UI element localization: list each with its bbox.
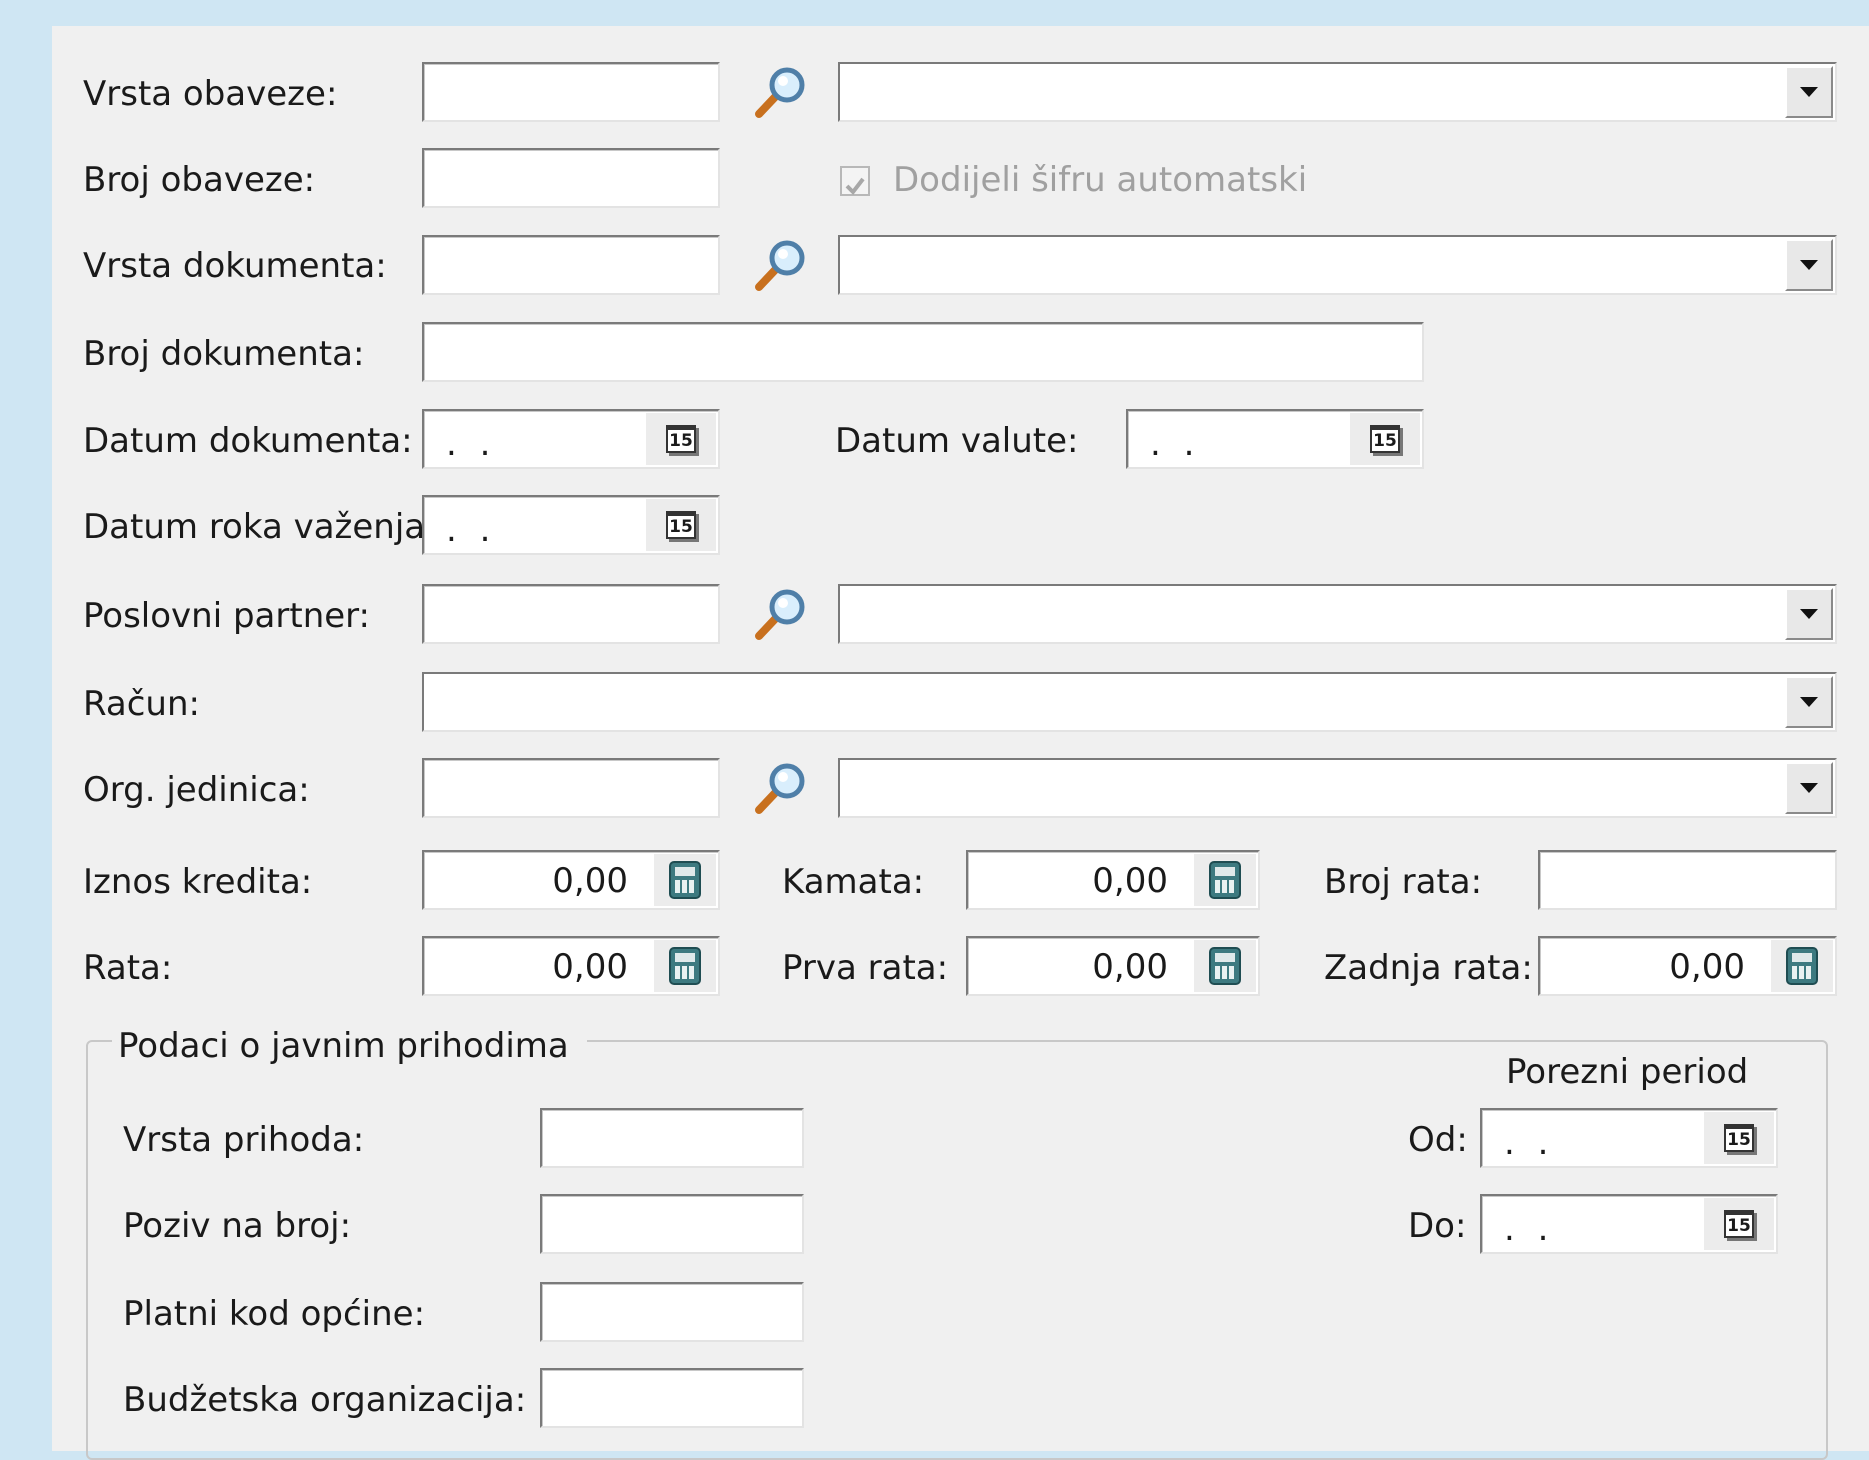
period-od-input[interactable]: . . 15 [1480, 1108, 1778, 1168]
calendar-icon: 15 [1370, 425, 1400, 453]
calculator-icon [669, 947, 701, 985]
amount-value: 0,00 [1092, 947, 1168, 987]
dropdown-button[interactable] [1785, 762, 1833, 814]
calculator-icon [669, 861, 701, 899]
broj-dokumenta-label: Broj dokumenta: [83, 334, 365, 374]
date-value: . . [446, 510, 497, 550]
kamata-label: Kamata: [782, 862, 925, 902]
datum-roka-label: Datum roka važenja: [83, 507, 437, 547]
org-jedinica-combo[interactable] [838, 758, 1837, 818]
date-value: . . [1504, 1123, 1555, 1163]
auto-code-label: Dodijeli šifru automatski [893, 160, 1308, 200]
iznos-kredita-label: Iznos kredita: [83, 862, 313, 902]
datum-dokumenta-label: Datum dokumenta: [83, 421, 413, 461]
amount-value: 0,00 [552, 861, 628, 901]
calculator-button[interactable] [1194, 940, 1256, 992]
od-label: Od: [1408, 1120, 1468, 1160]
search-icon[interactable] [750, 235, 810, 295]
period-do-input[interactable]: . . 15 [1480, 1194, 1778, 1254]
iznos-kredita-input[interactable]: 0,00 [422, 850, 720, 910]
vrsta-obaveze-label: Vrsta obaveze: [83, 74, 338, 114]
vrsta-prihoda-input[interactable] [540, 1108, 804, 1168]
do-label: Do: [1408, 1206, 1467, 1246]
dropdown-button[interactable] [1785, 239, 1833, 291]
calculator-button[interactable] [1771, 940, 1833, 992]
porezni-period-title: Porezni period [1506, 1052, 1749, 1092]
calculator-button[interactable] [1194, 854, 1256, 906]
calendar-button[interactable]: 15 [1703, 1112, 1774, 1164]
calendar-icon: 15 [1724, 1210, 1754, 1238]
budzetska-org-input[interactable] [540, 1368, 804, 1428]
poziv-na-broj-input[interactable] [540, 1194, 804, 1254]
date-value: . . [446, 424, 497, 464]
budzetska-org-label: Budžetska organizacija: [123, 1380, 527, 1420]
auto-code-checkbox[interactable] [840, 166, 870, 196]
dropdown-button[interactable] [1785, 676, 1833, 728]
rata-input[interactable]: 0,00 [422, 936, 720, 996]
amount-value: 0,00 [1669, 947, 1745, 987]
broj-rata-input[interactable] [1538, 850, 1837, 910]
calculator-button[interactable] [654, 854, 716, 906]
calendar-button[interactable]: 15 [1349, 413, 1420, 465]
calendar-button[interactable]: 15 [645, 499, 716, 551]
poslovni-partner-label: Poslovni partner: [83, 596, 371, 636]
calculator-button[interactable] [654, 940, 716, 992]
chevron-down-icon [1800, 609, 1818, 619]
platni-kod-input[interactable] [540, 1282, 804, 1342]
datum-valute-label: Datum valute: [835, 421, 1079, 461]
amount-value: 0,00 [552, 947, 628, 987]
search-icon[interactable] [750, 62, 810, 122]
chevron-down-icon [1800, 697, 1818, 707]
broj-rata-label: Broj rata: [1324, 862, 1483, 902]
search-icon[interactable] [750, 758, 810, 818]
calendar-button[interactable]: 15 [1703, 1198, 1774, 1250]
datum-dokumenta-input[interactable]: . . 15 [422, 409, 720, 469]
calendar-button[interactable]: 15 [645, 413, 716, 465]
vrsta-dokumenta-label: Vrsta dokumenta: [83, 246, 387, 286]
calculator-icon [1786, 947, 1818, 985]
datum-valute-input[interactable]: . . 15 [1126, 409, 1424, 469]
poziv-na-broj-label: Poziv na broj: [123, 1206, 352, 1246]
chevron-down-icon [1800, 260, 1818, 270]
kamata-input[interactable]: 0,00 [966, 850, 1260, 910]
chevron-down-icon [1800, 783, 1818, 793]
prva-rata-input[interactable]: 0,00 [966, 936, 1260, 996]
zadnja-rata-input[interactable]: 0,00 [1538, 936, 1837, 996]
dropdown-button[interactable] [1785, 588, 1833, 640]
date-value: . . [1150, 424, 1201, 464]
racun-combo[interactable] [422, 672, 1837, 732]
calendar-icon: 15 [666, 511, 696, 539]
amount-value: 0,00 [1092, 861, 1168, 901]
platni-kod-label: Platni kod općine: [123, 1294, 426, 1334]
datum-roka-input[interactable]: . . 15 [422, 495, 720, 555]
vrsta-prihoda-label: Vrsta prihoda: [123, 1120, 365, 1160]
dropdown-button[interactable] [1785, 66, 1833, 118]
vrsta-obaveze-combo[interactable] [838, 62, 1837, 122]
poslovni-partner-code-input[interactable] [422, 584, 720, 644]
chevron-down-icon [1800, 87, 1818, 97]
broj-obaveze-input[interactable] [422, 148, 720, 208]
search-icon[interactable] [750, 584, 810, 644]
racun-label: Račun: [83, 684, 200, 724]
public-revenue-title: Podaci o javnim prihodima [112, 1026, 587, 1066]
prva-rata-label: Prva rata: [782, 948, 949, 988]
calendar-icon: 15 [1724, 1124, 1754, 1152]
broj-dokumenta-input[interactable] [422, 322, 1424, 382]
date-value: . . [1504, 1209, 1555, 1249]
rata-label: Rata: [83, 948, 173, 988]
zadnja-rata-label: Zadnja rata: [1324, 948, 1533, 988]
vrsta-obaveze-code-input[interactable] [422, 62, 720, 122]
org-jedinica-label: Org. jedinica: [83, 770, 310, 810]
checkmark-icon [845, 177, 865, 196]
calculator-icon [1209, 861, 1241, 899]
poslovni-partner-combo[interactable] [838, 584, 1837, 644]
calculator-icon [1209, 947, 1241, 985]
vrsta-dokumenta-combo[interactable] [838, 235, 1837, 295]
org-jedinica-code-input[interactable] [422, 758, 720, 818]
calendar-icon: 15 [666, 425, 696, 453]
broj-obaveze-label: Broj obaveze: [83, 160, 316, 200]
vrsta-dokumenta-code-input[interactable] [422, 235, 720, 295]
